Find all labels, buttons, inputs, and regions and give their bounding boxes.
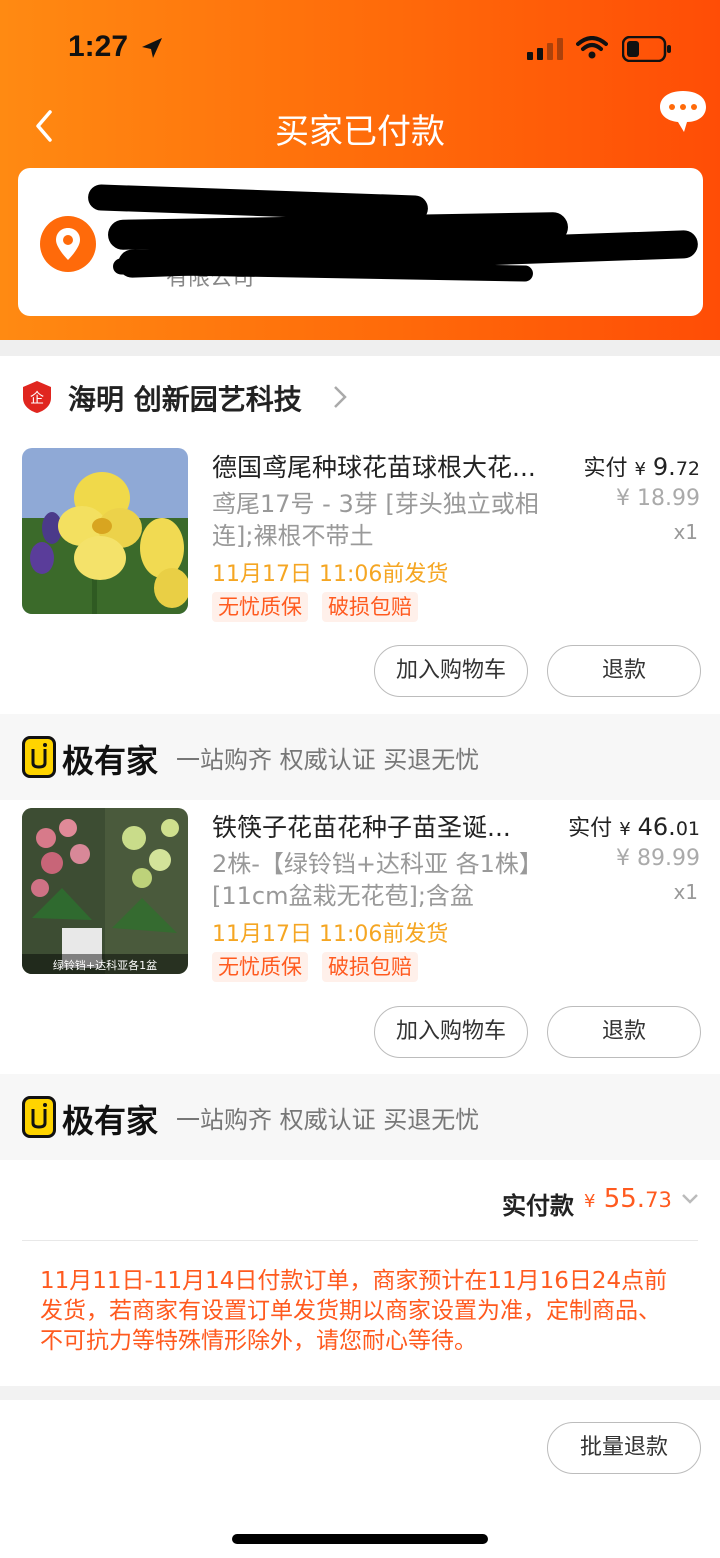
location-pin-icon — [40, 216, 96, 272]
total-dec: 73 — [645, 1188, 672, 1212]
add-to-cart-button[interactable]: 加入购物车 — [374, 1006, 528, 1058]
total-row[interactable]: 实付款 ¥ 55.73 — [0, 1160, 720, 1240]
status-bar: 1:27 — [0, 28, 720, 68]
product-title[interactable]: 铁筷子花苗花种子苗圣诞... — [212, 808, 557, 844]
ship-time: 11月17日 11:06前发货 — [212, 922, 449, 947]
paid-int: 46. — [637, 813, 676, 841]
order-item[interactable]: 绿铃铛+达科亚各1盆 铁筷子花苗花种子苗圣诞... 2株-【绿铃铛+达科亚 各1… — [0, 808, 720, 1008]
product-thumbnail[interactable] — [22, 448, 188, 614]
paid-dec: 01 — [675, 818, 700, 840]
promo-logo-text: 极有家 — [62, 742, 159, 780]
jiyoujia-logo-icon — [22, 736, 56, 778]
promo-banner[interactable]: 极有家 一站购齐 权威认证 买退无忧 — [0, 1074, 720, 1160]
order-header: 1:27 买家已付款 有限公司 — [0, 0, 720, 340]
product-sku: 鸢尾17号 - 3芽 [芽头独立或相连];裸根不带土 — [212, 490, 539, 550]
order-panel: 企 海明 创新园艺科技 德国鸢尾种球花苗球根大花... 鸢尾17号 - 3芽 [… — [0, 356, 720, 1386]
batch-refund-button[interactable]: 批量退款 — [547, 1422, 701, 1474]
currency-symbol: ¥ — [584, 1191, 596, 1212]
chat-bubble-icon[interactable] — [658, 88, 708, 134]
damage-tag: 破损包赔 — [322, 592, 418, 622]
page-title: 买家已付款 — [275, 112, 445, 152]
promo-banner[interactable]: 极有家 一站购齐 权威认证 买退无忧 — [0, 714, 720, 800]
paid-price: 实付 ¥ 46.01 — [568, 810, 700, 842]
currency-symbol: ¥ — [619, 819, 631, 840]
promo-logo-text: 极有家 — [62, 1102, 159, 1140]
product-thumbnail[interactable]: 绿铃铛+达科亚各1盆 — [22, 808, 188, 974]
svg-text:企: 企 — [30, 390, 44, 407]
paid-price: 实付 ¥ 9.72 — [583, 450, 700, 482]
refund-button[interactable]: 退款 — [547, 1006, 701, 1058]
total-amount: ¥ 55.73 — [584, 1184, 672, 1214]
home-indicator[interactable] — [232, 1534, 488, 1544]
total-int: 55. — [603, 1184, 646, 1214]
chevron-right-icon — [334, 386, 347, 408]
jiyoujia-logo-icon — [22, 1096, 56, 1138]
shipping-address-card[interactable]: 有限公司 — [18, 168, 703, 316]
thumbnail-caption: 绿铃铛+达科亚各1盆 — [53, 958, 157, 972]
wifi-icon — [576, 36, 608, 59]
shop-header[interactable]: 企 海明 创新园艺科技 — [0, 356, 720, 436]
status-time: 1:27 — [68, 30, 129, 63]
shop-name: 海明 创新园艺科技 — [68, 383, 302, 416]
original-price: ¥ 89.99 — [616, 846, 700, 871]
guarantee-tag: 无忧质保 — [212, 592, 308, 622]
ship-time: 11月17日 11:06前发货 — [212, 562, 449, 587]
paid-label: 实付 — [583, 456, 628, 481]
order-item[interactable]: 德国鸢尾种球花苗球根大花... 鸢尾17号 - 3芽 [芽头独立或相连];裸根不… — [0, 448, 720, 648]
guarantee-tag: 无忧质保 — [212, 952, 308, 982]
add-to-cart-button[interactable]: 加入购物车 — [374, 645, 528, 697]
cellular-signal-icon — [527, 38, 563, 60]
promo-slogan: 一站购齐 权威认证 买退无忧 — [176, 746, 480, 774]
paid-dec: 72 — [675, 458, 700, 480]
section-divider — [0, 340, 720, 356]
currency-symbol: ¥ — [634, 459, 646, 480]
location-arrow-icon — [142, 38, 162, 58]
paid-label: 实付 — [568, 816, 613, 841]
paid-int: 9. — [652, 453, 676, 481]
product-title[interactable]: 德国鸢尾种球花苗球根大花... — [212, 448, 557, 484]
total-label: 实付款 — [502, 1192, 574, 1220]
damage-tag: 破损包赔 — [322, 952, 418, 982]
quantity: x1 — [673, 880, 698, 904]
product-sku: 2株-【绿铃铛+达科亚 各1株】[11cm盆栽无花苞];含盆 — [212, 850, 543, 910]
shipping-notice: 11月11日-11月14日付款订单，商家预计在11月16日24点前发货，若商家有… — [40, 1268, 668, 1354]
battery-icon — [622, 36, 671, 62]
promo-slogan: 一站购齐 权威认证 买退无忧 — [176, 1106, 480, 1134]
original-price: ¥ 18.99 — [616, 486, 700, 511]
enterprise-badge-icon: 企 — [23, 381, 51, 413]
quantity: x1 — [673, 520, 698, 544]
divider — [22, 1240, 698, 1241]
refund-button[interactable]: 退款 — [547, 645, 701, 697]
chevron-down-icon[interactable] — [680, 1192, 700, 1206]
